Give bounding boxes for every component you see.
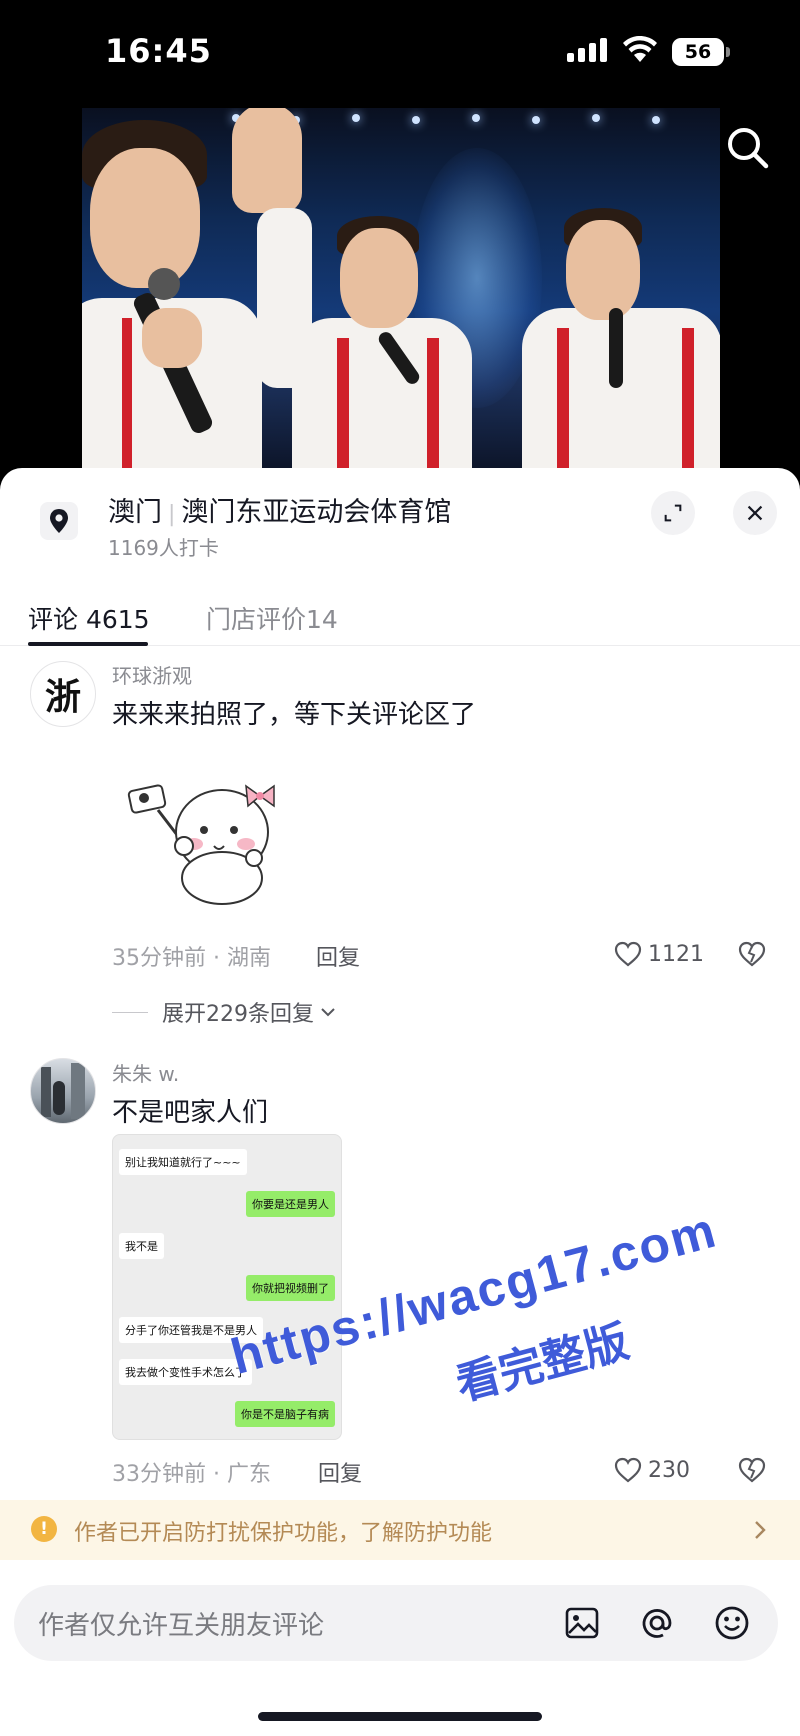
close-button[interactable] xyxy=(733,491,777,535)
location-title[interactable]: 澳门 | 澳门东亚运动会体育馆 xyxy=(108,490,451,529)
comment-username[interactable]: 环球浙观 xyxy=(112,660,192,689)
video-player[interactable] xyxy=(82,108,720,478)
search-icon[interactable] xyxy=(724,124,772,172)
expand-divider xyxy=(112,1011,148,1013)
expand-icon xyxy=(664,504,682,522)
heart-icon xyxy=(614,1457,642,1483)
comment-input-placeholder: 作者仅允许互关朋友评论 xyxy=(38,1611,325,1641)
title-divider: | xyxy=(168,502,176,527)
comment-input[interactable]: 作者仅允许互关朋友评论 xyxy=(14,1585,778,1661)
comment-username[interactable]: 朱朱 w. xyxy=(112,1058,179,1087)
image-icon[interactable] xyxy=(562,1603,602,1643)
reply-button[interactable]: 回复 xyxy=(316,940,360,972)
wifi-icon xyxy=(623,36,657,62)
tab-comments[interactable]: 评论 4615 xyxy=(28,600,150,636)
avatar[interactable]: 浙 xyxy=(30,661,96,727)
status-time: 16:45 xyxy=(105,32,212,70)
expand-replies[interactable]: 展开229条回复 xyxy=(112,996,338,1028)
reply-button[interactable]: 回复 xyxy=(318,1456,362,1488)
chevron-right-icon xyxy=(755,1521,766,1539)
dislike-heart-icon[interactable] xyxy=(736,938,768,970)
expand-replies-label: 展开229条回复 xyxy=(162,1002,314,1027)
tab-bar: 评论 4615 门店评价14 xyxy=(0,588,800,646)
protection-notice[interactable]: ! 作者已开启防打扰保护功能，了解防护功能 xyxy=(0,1500,800,1560)
like-button[interactable]: 230 xyxy=(612,1454,690,1486)
chevron-down-icon xyxy=(321,1008,335,1017)
comments-sheet: 澳门 | 澳门东亚运动会体育馆 1169人打卡 评论 4615 门店评价14 浙 环… xyxy=(0,468,800,1736)
battery-icon: 56 xyxy=(672,38,730,66)
status-bar: 16:45 56 xyxy=(0,0,800,100)
chat-bubble: 你就把视频删了 xyxy=(246,1275,335,1301)
comment-text: 来来来拍照了，等下关评论区了 xyxy=(112,700,477,730)
like-count: 1121 xyxy=(648,941,704,967)
battery-level: 56 xyxy=(684,41,712,63)
chat-bubble: 我不是 xyxy=(119,1233,164,1259)
checkin-count: 1169人打卡 xyxy=(108,536,219,560)
chat-bubble: 分手了你还管我是不是男人 xyxy=(119,1317,263,1343)
cellular-signal-icon xyxy=(567,38,609,62)
comment-meta: 33分钟前 · 广东 xyxy=(112,1462,271,1487)
warning-icon: ! xyxy=(31,1516,57,1542)
close-icon xyxy=(747,505,763,521)
heart-icon xyxy=(614,941,642,967)
notice-text: 作者已开启防打扰保护功能，了解防护功能 xyxy=(74,1521,493,1546)
tab-store-reviews[interactable]: 门店评价14 xyxy=(206,600,338,636)
emoji-icon[interactable] xyxy=(712,1603,752,1643)
location-city: 澳门 xyxy=(108,497,162,528)
avatar[interactable] xyxy=(30,1058,96,1124)
comment-meta: 35分钟前 · 湖南 xyxy=(112,946,271,971)
chat-bubble: 别让我知道就行了~~~ xyxy=(119,1149,247,1175)
chat-bubble: 你要是还是男人 xyxy=(246,1191,335,1217)
location-pin-icon xyxy=(40,502,78,540)
chat-screenshot-image[interactable]: 别让我知道就行了~~~ 你要是还是男人 我不是 你就把视频删了 分手了你还管我是… xyxy=(112,1134,342,1440)
selfie-bear-sticker xyxy=(127,784,275,905)
dislike-heart-icon[interactable] xyxy=(736,1454,768,1486)
chat-bubble: 我去做个变性手术怎么了 xyxy=(119,1359,252,1385)
expand-button[interactable] xyxy=(651,491,695,535)
home-indicator xyxy=(258,1712,542,1721)
like-button[interactable]: 1121 xyxy=(612,938,704,970)
mention-icon[interactable] xyxy=(637,1603,677,1643)
tab-active-indicator xyxy=(28,642,148,646)
like-count: 230 xyxy=(648,1457,690,1483)
location-venue: 澳门东亚运动会体育馆 xyxy=(181,497,452,528)
chat-bubble: 你是不是脑子有病 xyxy=(235,1401,335,1427)
avatar-logo-text: 浙 xyxy=(44,676,81,718)
comment-text: 不是吧家人们 xyxy=(112,1098,269,1128)
